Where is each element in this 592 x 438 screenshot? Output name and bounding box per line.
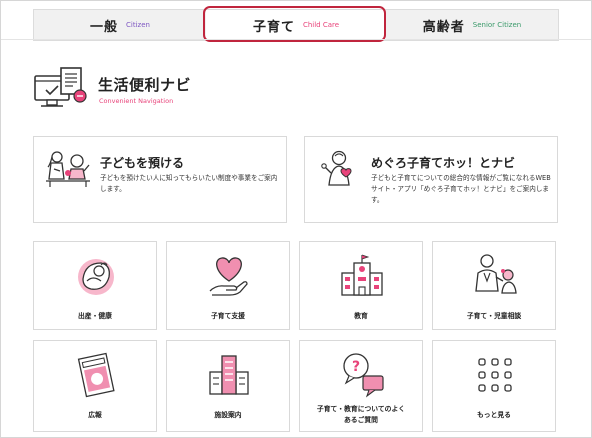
- tab-citizen-label: 一般: [90, 19, 119, 35]
- school-building-icon: [341, 254, 383, 296]
- grid-card-label: 施設案内: [214, 411, 242, 419]
- parent-heart-icon: [321, 150, 352, 186]
- childcare-people-icon: [46, 151, 90, 187]
- feature-card-description: 子どもと子育てについての総合的な情報がご覧になれるWEBサイト・アプリ「めぐろ子…: [371, 174, 551, 204]
- grid-card-label: 子育て・児童相談: [466, 312, 522, 320]
- tab-child-care[interactable]: 子育て Child Care: [206, 10, 386, 40]
- grid-card-consultation[interactable]: 子育て・児童相談: [432, 241, 556, 330]
- grid-card-label: 広報: [88, 411, 102, 419]
- tab-child-care-sublabel: Child Care: [302, 21, 340, 29]
- grid-card-label: 子育て・教育についてのよくあるご質問: [316, 405, 406, 424]
- category-tabs: 一般 Citizen 子育て Child Care 高齢者 Senior Cit…: [33, 9, 559, 41]
- tabs-divider: [1, 39, 591, 40]
- computer-document-icon: [34, 67, 87, 107]
- grid-card-faq[interactable]: ? 子育て・教育についてのよくあるご質問: [299, 340, 423, 432]
- grid-card-newsletter[interactable]: 広報: [33, 340, 157, 432]
- tab-citizen[interactable]: 一般 Citizen: [34, 10, 206, 40]
- tab-senior-sublabel: Senior Citizen: [472, 21, 522, 29]
- feature-card-meguro-navi[interactable]: めぐろ子育てホッ！とナビ 子どもと子育てについての総合的な情報がご覧になれるWE…: [304, 136, 558, 223]
- feature-card-childcare[interactable]: 子どもを預ける 子どもを預けたい人に知ってもらいたい制度や事業をご案内します。: [33, 136, 287, 223]
- grid-card-facilities[interactable]: 施設案内: [166, 340, 290, 432]
- grid-card-more[interactable]: もっと見る: [432, 340, 556, 432]
- grid-card-education[interactable]: 教育: [299, 241, 423, 330]
- grid-dots-icon: [478, 358, 512, 392]
- tab-senior-label: 高齢者: [422, 19, 465, 35]
- grid-card-label: 出産・健康: [78, 312, 112, 320]
- grid-card-birth-health[interactable]: 出産・健康: [33, 241, 157, 330]
- feature-card-title: 子どもを預ける: [100, 156, 185, 170]
- grid-card-label: 教育: [354, 312, 368, 320]
- newsletter-icon: [77, 352, 115, 398]
- consultation-icon: [475, 254, 517, 294]
- feature-card-description: 子どもを預けたい人に知ってもらいたい制度や事業をご案内します。: [100, 174, 278, 193]
- tab-senior-citizen[interactable]: 高齢者 Senior Citizen: [386, 10, 558, 40]
- question-bubble-icon: ?: [343, 353, 384, 398]
- grid-card-label: もっと見る: [477, 411, 511, 419]
- tab-child-care-label: 子育て: [252, 19, 295, 35]
- baby-icon: [78, 259, 114, 295]
- svg-text:?: ?: [352, 359, 360, 375]
- section-subtitle: Convenient Navigation: [99, 97, 174, 105]
- heart-hand-icon: [209, 257, 248, 296]
- grid-card-label: 子育て支援: [211, 312, 245, 320]
- grid-card-childcare-support[interactable]: 子育て支援: [166, 241, 290, 330]
- section-title: 生活便利ナビ: [98, 76, 192, 94]
- facility-building-icon: [209, 355, 249, 395]
- feature-card-title: めぐろ子育てホッ！とナビ: [371, 156, 516, 170]
- tab-citizen-sublabel: Citizen: [126, 21, 150, 29]
